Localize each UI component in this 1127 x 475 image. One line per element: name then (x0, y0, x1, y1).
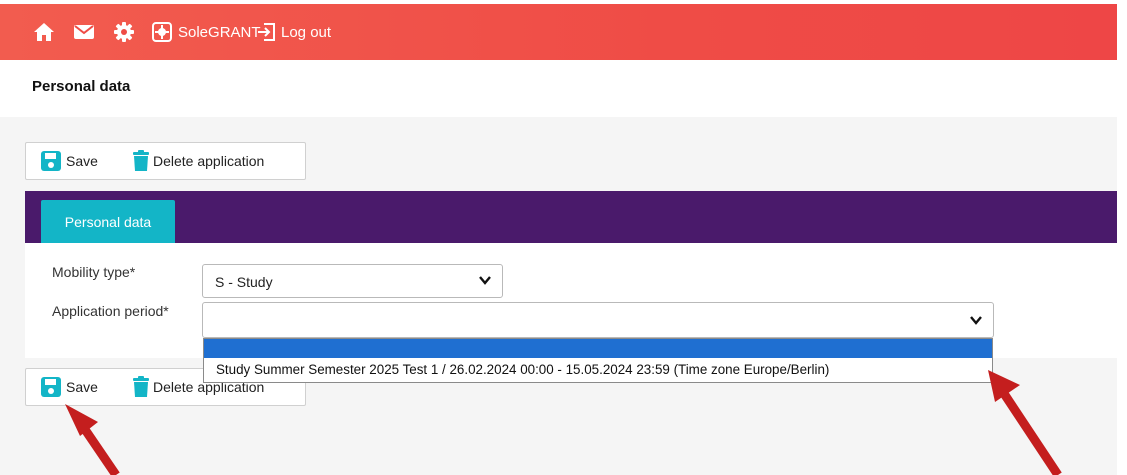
arrow-pointing-save (65, 404, 120, 475)
arrow-pointing-dropdown-option (988, 370, 1062, 475)
annotation-arrows (65, 370, 1062, 475)
